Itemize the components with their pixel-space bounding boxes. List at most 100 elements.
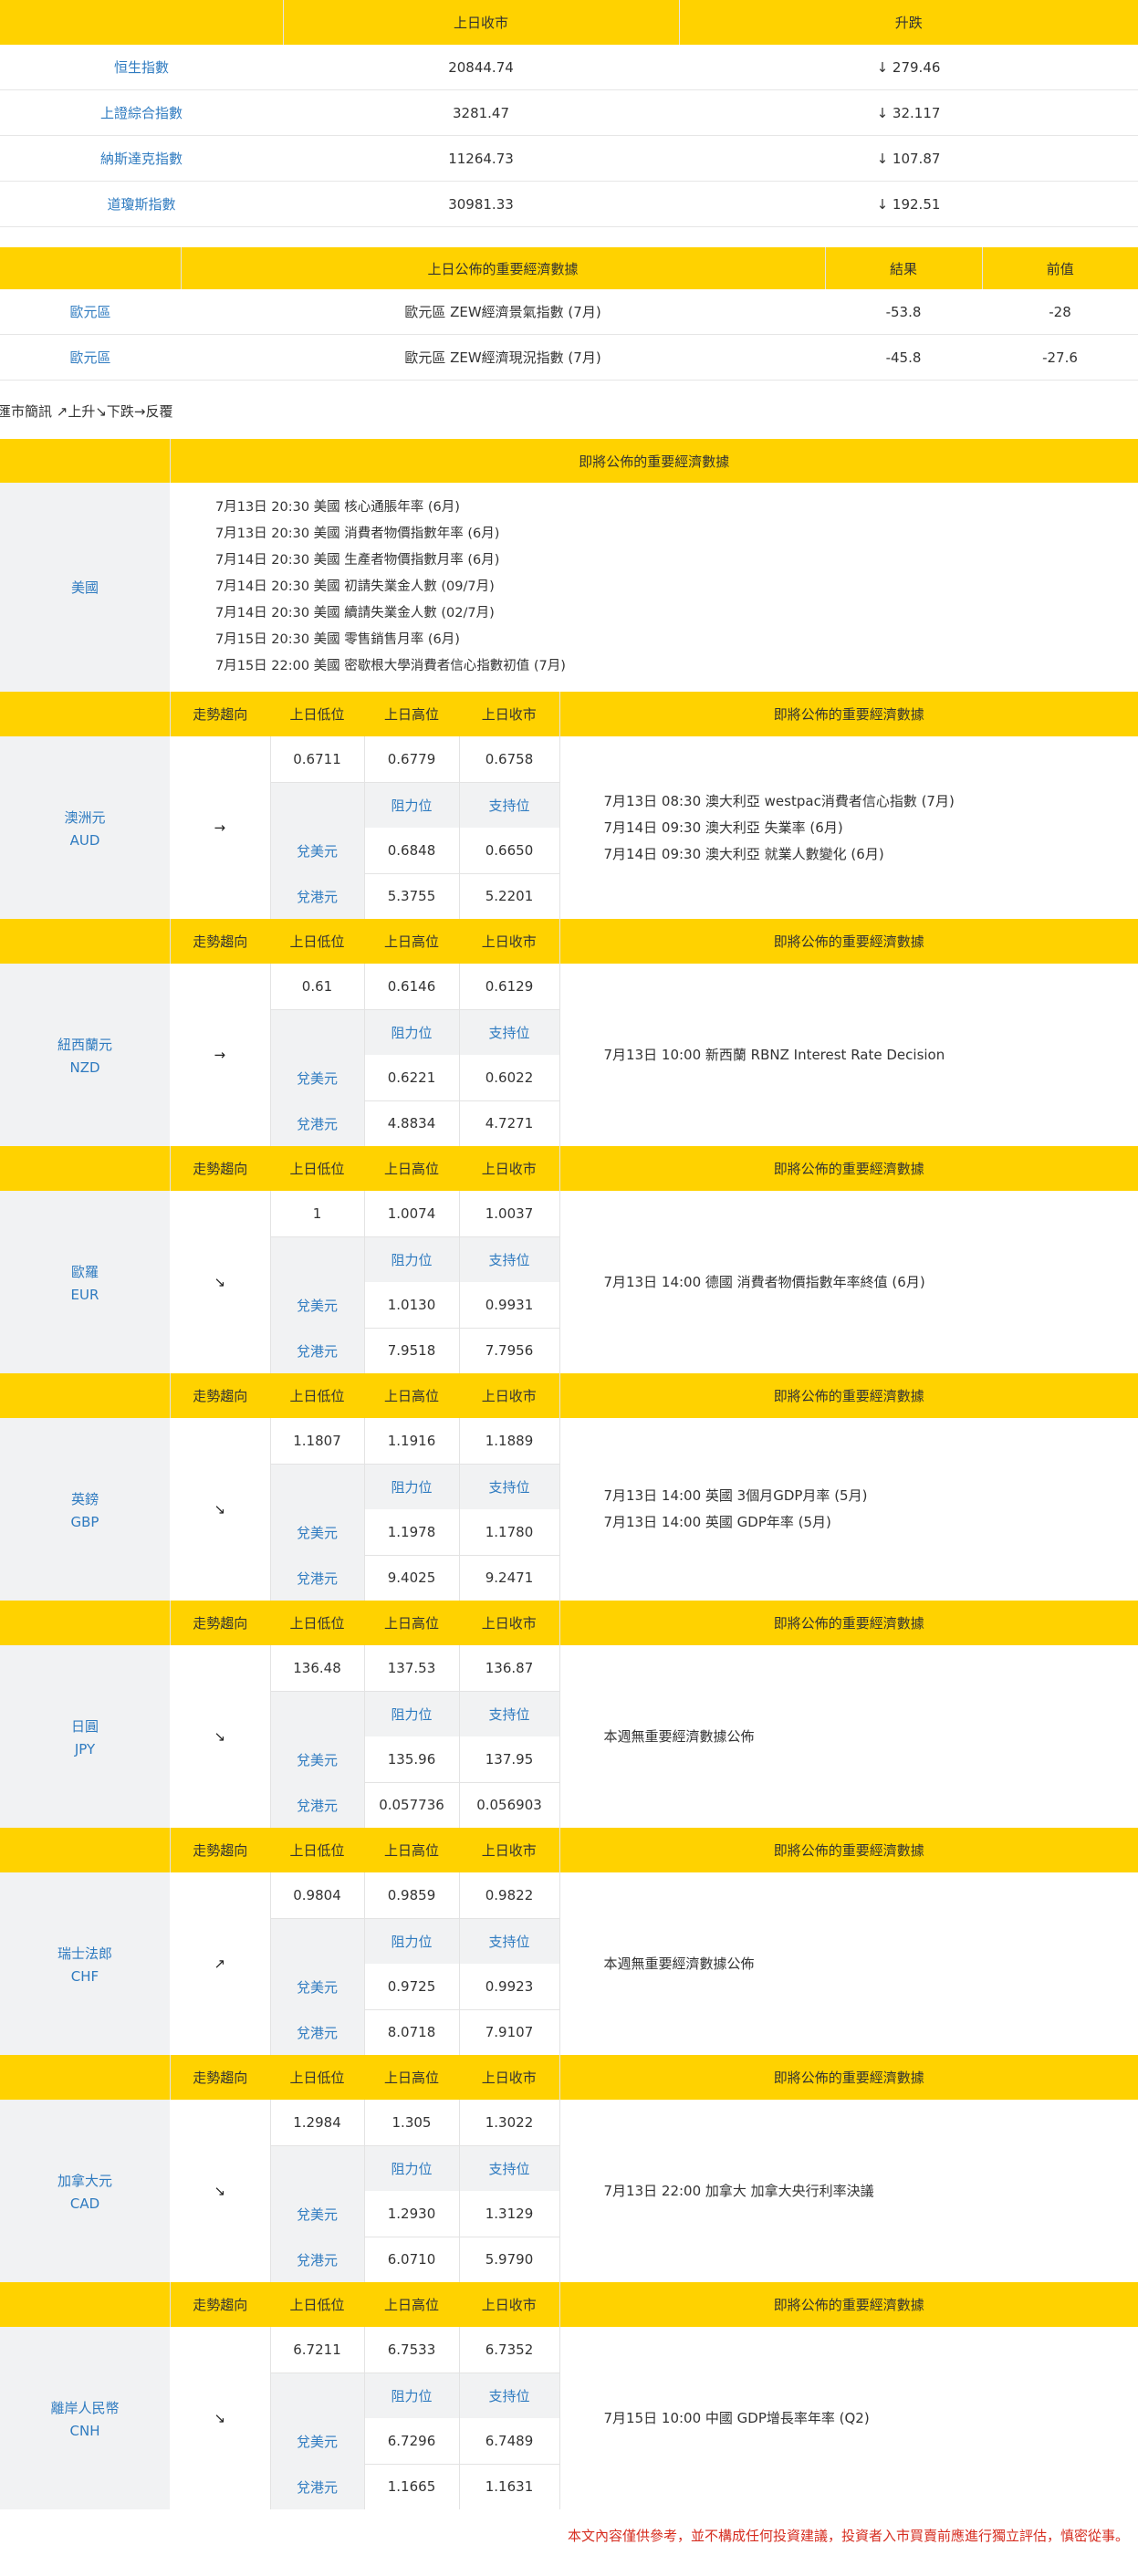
index-name: 恒生指數	[0, 45, 283, 90]
usd-support: 6.7489	[459, 2418, 560, 2465]
prev-close: 0.6129	[459, 964, 560, 1010]
usa-event: 7月14日 20:30 美國 生產者物價指數月率 (6月)	[215, 553, 500, 568]
prev-close: 136.87	[459, 1645, 560, 1692]
cur-header-blank	[0, 1373, 171, 1418]
index-header-change: 升跌	[679, 0, 1138, 45]
currency-code: JPY	[74, 1740, 96, 1757]
resistance-label: 阻力位	[364, 1918, 460, 1964]
currency-blocks: 走勢趨向 上日低位 上日高位 上日收市 即將公佈的重要經濟數據 澳洲元 AUD →…	[0, 692, 1138, 2509]
upcoming-event: 7月14日 09:30 澳大利亞 失業率 (6月)	[603, 819, 843, 836]
cur-header-low: 上日低位	[270, 919, 364, 964]
cur-header-upcoming: 即將公佈的重要經濟數據	[559, 1373, 1138, 1418]
trend-arrow-icon: ↗	[170, 1872, 271, 2055]
prev-high: 1.0074	[364, 1191, 460, 1237]
prev-high: 1.305	[364, 2100, 460, 2146]
econ-region: 歐元區	[0, 289, 181, 335]
vs-usd-label: 兌美元	[270, 1736, 365, 1782]
hkd-resistance: 6.0710	[364, 2237, 460, 2282]
blank-cell	[270, 1464, 365, 1509]
prev-high: 1.1916	[364, 1418, 460, 1465]
cur-header-high: 上日高位	[364, 2055, 459, 2100]
blank-cell	[270, 782, 365, 828]
currency-name-text: 日圓	[70, 1717, 99, 1735]
index-close: 30981.33	[283, 181, 679, 227]
blank-cell	[270, 1691, 365, 1736]
cur-header-blank	[0, 2282, 171, 2327]
currency-block-eur: 走勢趨向 上日低位 上日高位 上日收市 即將公佈的重要經濟數據 歐羅 EUR ↘ …	[0, 1146, 1138, 1373]
currency-name: 紐西蘭元 NZD	[0, 964, 170, 1146]
cur-header-blank	[0, 692, 171, 736]
currency-code: EUR	[70, 1286, 99, 1303]
upcoming-event: 7月13日 08:30 澳大利亞 westpac消費者信心指數 (7月)	[603, 792, 955, 809]
upcoming-event: 7月13日 14:00 英國 GDP年率 (5月)	[603, 1514, 831, 1530]
cur-header-trend: 走勢趨向	[170, 692, 270, 736]
econ-region: 歐元區	[0, 334, 181, 381]
upcoming-events: 本週無重要經濟數據公佈	[559, 1645, 1138, 1828]
currency-name-text: 瑞士法郎	[57, 1945, 112, 1962]
prev-close: 1.3022	[459, 2100, 560, 2146]
index-header-close: 上日收市	[283, 0, 680, 45]
econ-item: 歐元區 ZEW經濟景氣指數 (7月)	[181, 289, 825, 335]
prev-close: 0.6758	[459, 736, 560, 783]
cur-header-high: 上日高位	[364, 692, 459, 736]
support-label: 支持位	[459, 1236, 560, 1282]
support-label: 支持位	[459, 1009, 560, 1055]
currency-name-text: 離岸人民幣	[50, 2399, 120, 2416]
currency-name: 英鎊 GBP	[0, 1418, 170, 1601]
currency-block-aud: 走勢趨向 上日低位 上日高位 上日收市 即將公佈的重要經濟數據 澳洲元 AUD →…	[0, 692, 1138, 919]
currency-code: NZD	[69, 1059, 100, 1076]
currency-block-cad: 走勢趨向 上日低位 上日高位 上日收市 即將公佈的重要經濟數據 加拿大元 CAD …	[0, 2055, 1138, 2282]
econ-row: 歐元區 歐元區 ZEW經濟景氣指數 (7月) -53.8 -28	[0, 289, 1138, 335]
econ-result: -53.8	[825, 289, 982, 335]
cur-header-blank	[0, 2055, 171, 2100]
usd-support: 0.6650	[459, 828, 560, 874]
upcoming-event: 本週無重要經濟數據公佈	[603, 1727, 755, 1745]
usd-support: 0.9923	[459, 1964, 560, 2010]
prev-close: 0.9822	[459, 1872, 560, 1919]
blank-cell	[270, 2145, 365, 2191]
currency-block-cnh: 走勢趨向 上日低位 上日高位 上日收市 即將公佈的重要經濟數據 離岸人民幣 CNH…	[0, 2282, 1138, 2509]
econ-header-item: 上日公佈的重要經濟數據	[181, 247, 826, 289]
currency-name: 離岸人民幣 CNH	[0, 2327, 170, 2509]
upcoming-event: 7月13日 14:00 英國 3個月GDP月率 (5月)	[603, 1487, 868, 1504]
currency-block-jpy: 走勢趨向 上日低位 上日高位 上日收市 即將公佈的重要經濟數據 日圓 JPY ↘ …	[0, 1601, 1138, 1828]
index-row: 上證綜合指數 3281.47 ↓ 32.117	[0, 89, 1138, 136]
vs-hkd-label: 兌港元	[270, 1555, 365, 1601]
support-label: 支持位	[459, 2373, 560, 2418]
prev-low: 136.48	[270, 1645, 365, 1692]
usd-support: 0.9931	[459, 1282, 560, 1329]
usd-support: 1.3129	[459, 2191, 560, 2237]
cur-header-upcoming: 即將公佈的重要經濟數據	[559, 919, 1138, 964]
prev-high: 137.53	[364, 1645, 460, 1692]
usd-resistance: 0.9725	[364, 1964, 460, 2010]
index-close: 11264.73	[283, 135, 679, 182]
index-row: 道瓊斯指數 30981.33 ↓ 192.51	[0, 181, 1138, 227]
currency-block-gbp: 走勢趨向 上日低位 上日高位 上日收市 即將公佈的重要經濟數據 英鎊 GBP ↘ …	[0, 1373, 1138, 1601]
prev-low: 0.6711	[270, 736, 365, 783]
trend-arrow-icon: ↘	[170, 1191, 271, 1373]
cur-header-high: 上日高位	[364, 1146, 459, 1191]
cur-header-close: 上日收市	[459, 2055, 560, 2100]
cur-header-low: 上日低位	[270, 2055, 364, 2100]
hkd-resistance: 5.3755	[364, 873, 460, 919]
cur-header-close: 上日收市	[459, 919, 560, 964]
cur-header-low: 上日低位	[270, 2282, 364, 2327]
currency-code: CAD	[69, 2195, 100, 2212]
currency-name: 澳洲元 AUD	[0, 736, 170, 919]
currency-name: 瑞士法郎 CHF	[0, 1872, 170, 2055]
usa-event: 7月14日 20:30 美國 續請失業金人數 (02/7月)	[215, 606, 495, 621]
vs-usd-label: 兌美元	[270, 1509, 365, 1555]
support-label: 支持位	[459, 1918, 560, 1964]
resistance-label: 阻力位	[364, 1009, 460, 1055]
upcoming-events: 7月13日 14:00 英國 3個月GDP月率 (5月) 7月13日 14:00 …	[559, 1418, 1138, 1601]
cur-header-upcoming: 即將公佈的重要經濟數據	[559, 2282, 1138, 2327]
prev-low: 1.2984	[270, 2100, 365, 2146]
prev-low: 6.7211	[270, 2327, 365, 2373]
resistance-label: 阻力位	[364, 1236, 460, 1282]
trend-arrow-icon: →	[170, 964, 271, 1146]
cur-header-blank	[0, 1146, 171, 1191]
econ-table: 上日公佈的重要經濟數據 結果 前值 歐元區 歐元區 ZEW經濟景氣指數 (7月)…	[0, 247, 1138, 381]
vs-usd-label: 兌美元	[270, 828, 365, 873]
cur-header-high: 上日高位	[364, 919, 459, 964]
econ-header-region	[0, 247, 182, 289]
